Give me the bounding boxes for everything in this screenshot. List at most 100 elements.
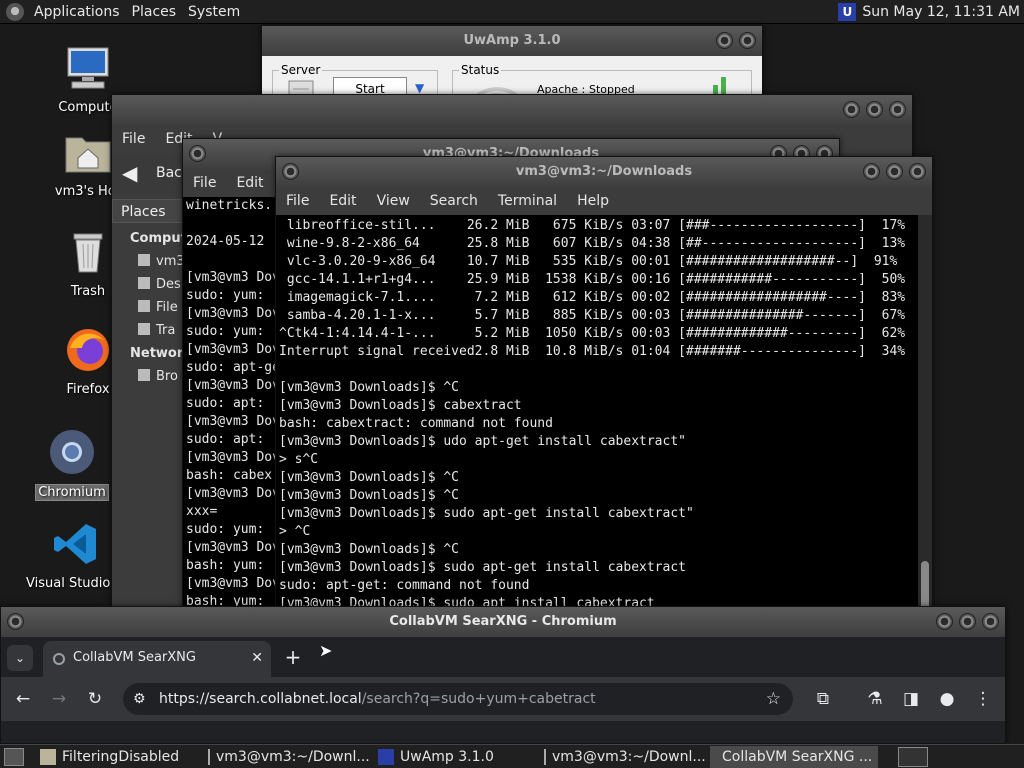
window-controls bbox=[843, 101, 906, 118]
menu-view[interactable]: View bbox=[367, 193, 420, 209]
window-menu-button[interactable] bbox=[189, 145, 206, 162]
sidebar-item-label: Des bbox=[156, 277, 181, 292]
address-bar[interactable]: ⚙ https://search.collabnet.local/search?… bbox=[123, 683, 793, 715]
menu-edit[interactable]: Edit bbox=[226, 175, 273, 191]
workspace-switcher[interactable] bbox=[898, 746, 928, 767]
menu-file[interactable]: File bbox=[183, 175, 226, 191]
bookmark-star-icon[interactable]: ☆ bbox=[766, 683, 781, 715]
panel-clock[interactable]: Sun May 12, 11:31 AM bbox=[862, 4, 1020, 20]
menu-file[interactable]: File bbox=[112, 131, 155, 147]
menu-file[interactable]: File bbox=[276, 193, 319, 209]
maximize-button[interactable] bbox=[886, 163, 903, 180]
back-arrow-icon[interactable]: ◀ bbox=[122, 161, 137, 185]
sidebar-item-label: Bro bbox=[156, 369, 178, 384]
window-title: CollabVM SearXNG - Chromium bbox=[389, 614, 617, 629]
server-group-label: Server bbox=[279, 63, 323, 77]
window-menu-button[interactable] bbox=[7, 613, 24, 630]
terminal-line: Interrupt signal received2.8 MiB 10.8 Mi… bbox=[279, 344, 906, 359]
terminal-line: > s^C bbox=[279, 452, 319, 467]
reload-icon[interactable]: ↻ bbox=[83, 687, 107, 711]
uwamp-tray-icon[interactable]: U bbox=[838, 2, 857, 21]
start-dropdown-icon[interactable]: ▼ bbox=[415, 81, 424, 95]
sidebar-item-label: Tra bbox=[156, 323, 176, 338]
sidebar-item[interactable]: Bro bbox=[112, 365, 192, 388]
taskbar-item-filtering-disabled[interactable]: FilteringDisabled bbox=[34, 746, 202, 768]
maximize-button[interactable] bbox=[959, 613, 976, 630]
places-selector[interactable]: Places bbox=[112, 199, 192, 223]
menu-search[interactable]: Search bbox=[420, 193, 488, 209]
chromium-window: CollabVM SearXNG - Chromium ⌄ CollabVM S… bbox=[0, 606, 1006, 744]
sidebar-item[interactable]: File bbox=[112, 296, 192, 319]
menu-applications[interactable]: Applications bbox=[28, 4, 126, 20]
window-controls bbox=[936, 613, 999, 630]
mouse-cursor-icon: ➤ bbox=[319, 641, 333, 660]
site-info-icon[interactable]: ⚙ bbox=[133, 683, 146, 715]
close-button[interactable] bbox=[909, 163, 926, 180]
close-button[interactable] bbox=[982, 613, 999, 630]
terminal-front-titlebar[interactable]: vm3@vm3:~/Downloads bbox=[276, 157, 932, 187]
menu-places[interactable]: Places bbox=[126, 4, 183, 20]
url-host: https://search.collabnet.local bbox=[159, 691, 362, 707]
firefox-icon bbox=[67, 329, 109, 371]
terminal-icon bbox=[208, 748, 210, 765]
trash-icon bbox=[73, 233, 103, 273]
sidebar-item[interactable]: Tra bbox=[112, 319, 192, 342]
terminal-line: libreoffice-stil... 26.2 MiB 675 KiB/s 0… bbox=[279, 218, 906, 233]
terminal-line: bash: cabextract: command not found bbox=[279, 416, 553, 431]
terminal-line: [vm3@vm3 Downloads]$ ^C bbox=[279, 380, 460, 395]
chromium-titlebar[interactable]: CollabVM SearXNG - Chromium bbox=[1, 607, 1005, 637]
terminal-line: wine-9.8-2-x86_64 25.8 MiB 607 KiB/s 04:… bbox=[279, 236, 906, 251]
terminal-line: [vm3@vm3 Downloads]$ cabextract bbox=[279, 398, 522, 413]
terminal-line: gcc-14.1.1+r1+g4... 25.9 MiB 1538 KiB/s … bbox=[279, 272, 906, 287]
minimize-button[interactable] bbox=[936, 613, 953, 630]
places-selector-label: Places bbox=[121, 204, 166, 220]
applications-menu-icon[interactable] bbox=[6, 2, 24, 21]
menu-system[interactable]: System bbox=[182, 4, 246, 20]
forward-icon[interactable]: → bbox=[47, 687, 71, 711]
maximize-button[interactable] bbox=[866, 101, 883, 118]
taskbar-item-uwamp[interactable]: UwAmp 3.1.0 bbox=[372, 746, 538, 768]
terminal-front-menubar: File Edit View Search Terminal Help bbox=[276, 187, 932, 215]
show-desktop-icon[interactable] bbox=[4, 747, 24, 766]
uwamp-titlebar[interactable]: UwAmp 3.1.0 bbox=[262, 26, 762, 56]
tab-search-button[interactable]: ⌄ bbox=[7, 645, 33, 671]
menu-help[interactable]: Help bbox=[567, 193, 619, 209]
terminal-line: samba-4.20.1-1-x... 5.7 MiB 885 KiB/s 00… bbox=[279, 308, 906, 323]
menu-terminal[interactable]: Terminal bbox=[488, 193, 567, 209]
tab-close-icon[interactable]: ✕ bbox=[251, 641, 263, 675]
more-menu-icon[interactable]: ⋮ bbox=[971, 687, 995, 711]
tab-collabvm-searxng[interactable]: CollabVM SearXNG ✕ bbox=[43, 641, 271, 677]
new-tab-button[interactable]: + bbox=[281, 645, 305, 669]
side-panel-icon[interactable]: ◨ bbox=[899, 687, 923, 711]
sidebar-item-icon bbox=[138, 277, 150, 289]
minimize-button[interactable] bbox=[716, 32, 733, 49]
sidebar-item[interactable]: Des bbox=[112, 273, 192, 296]
file-manager-titlebar[interactable] bbox=[112, 95, 912, 125]
taskbar-item-terminal-1[interactable]: vm3@vm3:~/Downl... bbox=[202, 746, 372, 768]
taskbar-item-terminal-2[interactable]: vm3@vm3:~/Downl... bbox=[538, 746, 710, 768]
labs-flask-icon[interactable]: ⚗ bbox=[863, 687, 887, 711]
maximize-button[interactable] bbox=[739, 32, 756, 49]
chromium-icon bbox=[50, 430, 94, 474]
profile-avatar-icon[interactable]: ● bbox=[935, 687, 959, 711]
window-title: UwAmp 3.1.0 bbox=[463, 33, 561, 48]
terminal-front-output[interactable]: libreoffice-stil... 26.2 MiB 675 KiB/s 0… bbox=[276, 215, 918, 607]
close-button[interactable] bbox=[889, 101, 906, 118]
sidebar-item-label: File bbox=[156, 300, 178, 315]
minimize-button[interactable] bbox=[843, 101, 860, 118]
minimize-button[interactable] bbox=[863, 163, 880, 180]
extensions-icon[interactable]: ⧉ bbox=[811, 687, 835, 711]
vscode-icon bbox=[54, 524, 96, 564]
scrollbar-thumb[interactable] bbox=[921, 561, 929, 607]
window-menu-button[interactable] bbox=[282, 163, 299, 180]
taskbar-item-chromium[interactable]: CollabVM SearXNG ... bbox=[710, 745, 878, 768]
sidebar-item[interactable]: vm3 bbox=[112, 250, 192, 273]
desktop-icon-chromium[interactable]: Chromium bbox=[24, 428, 120, 501]
back-icon[interactable]: ← bbox=[11, 687, 35, 711]
home-folder-icon bbox=[65, 137, 111, 173]
terminal-scrollbar[interactable] bbox=[918, 215, 932, 607]
sidebar-item-label: vm3 bbox=[156, 254, 185, 269]
menu-edit[interactable]: Edit bbox=[319, 193, 366, 209]
url-path: /search?q=sudo+yum+cabetract bbox=[361, 691, 596, 707]
